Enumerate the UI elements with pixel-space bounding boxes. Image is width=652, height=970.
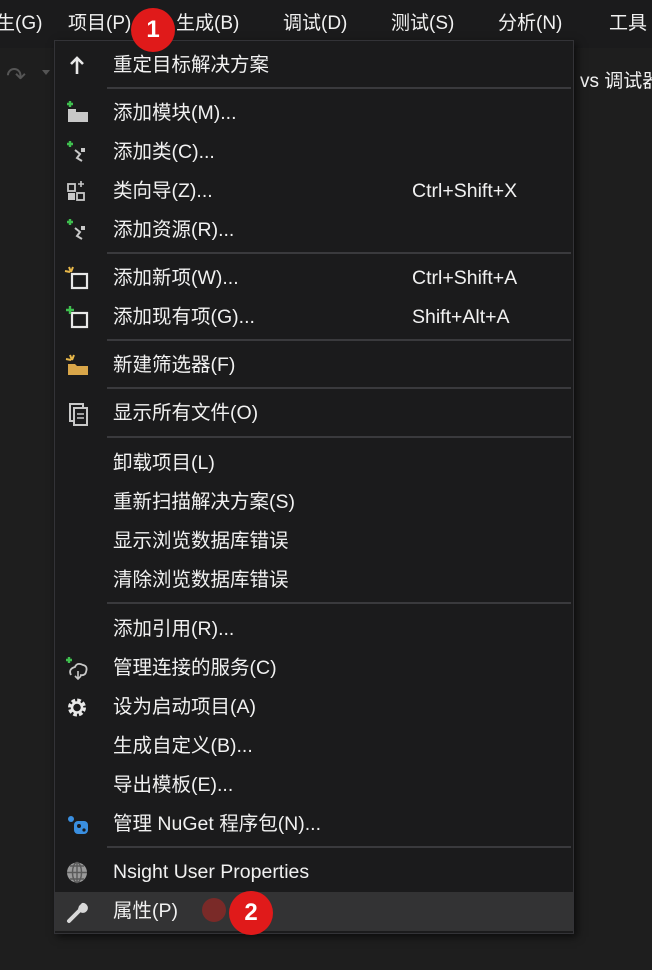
menu-separator (107, 87, 571, 89)
menu-item-shortcut: Ctrl+Shift+X (412, 180, 518, 202)
menu-item-label: 设为启动项目(A) (113, 696, 256, 718)
menu-item-nsight-user-properties[interactable]: Nsight User Properties (55, 853, 573, 892)
menu-separator (107, 339, 571, 341)
menu-separator (107, 436, 571, 438)
step-badge-2: 2 (229, 891, 273, 935)
menu-item-unload-project[interactable]: 卸载项目(L) (55, 444, 573, 483)
menu-separator (107, 602, 571, 604)
menu-item-label: 添加模块(M)... (113, 102, 237, 124)
connected-services-icon (61, 653, 93, 684)
menu-item-label: 添加类(C)... (113, 141, 215, 163)
menu-item-label: 清除浏览数据库错误 (113, 569, 289, 591)
menu-item-add-new-item[interactable]: 添加新项(W)... Ctrl+Shift+A (55, 259, 573, 298)
menu-item-show-browse-db-errors[interactable]: 显示浏览数据库错误 (55, 522, 573, 561)
menu-item-label: 显示所有文件(O) (113, 402, 259, 424)
nsight-globe-icon (61, 857, 93, 888)
menu-item-label: 管理 NuGet 程序包(N)... (113, 813, 322, 835)
click-indicator (202, 898, 226, 922)
menu-item-label: 新建筛选器(F) (113, 354, 236, 376)
menu-item-label: 属性(P) (113, 900, 178, 922)
project-menu-dropdown: 重定目标解决方案 添加模块(M)... 添加类(C)... 类向导(Z)... … (54, 40, 574, 934)
menu-item-set-startup-project[interactable]: 设为启动项目(A) (55, 688, 573, 727)
menu-item-rescan-solution[interactable]: 重新扫描解决方案(S) (55, 483, 573, 522)
menu-item-label: Nsight User Properties (113, 861, 310, 883)
menu-item-label: 添加现有项(G)... (113, 306, 255, 328)
menu-item-add-class[interactable]: 添加类(C)... (55, 133, 573, 172)
add-module-icon (61, 98, 93, 129)
menu-item-label: 类向导(Z)... (113, 180, 213, 202)
menu-item-new-filter[interactable]: 新建筛选器(F) (55, 346, 573, 385)
menu-item-shortcut: Shift+Alt+A (412, 306, 510, 328)
menu-item-label: 重新扫描解决方案(S) (113, 491, 295, 513)
menu-item-add-existing-item[interactable]: 添加现有项(G)... Shift+Alt+A (55, 298, 573, 337)
menu-item-add-reference[interactable]: 添加引用(R)... (55, 610, 573, 649)
menu-separator (107, 846, 571, 848)
show-all-files-icon (61, 398, 93, 429)
menu-build-truncated[interactable]: 生(G) (0, 0, 42, 48)
menu-item-show-all-files[interactable]: 显示所有文件(O) (55, 394, 573, 433)
menu-item-label: 管理连接的服务(C) (113, 657, 277, 679)
menu-separator (107, 252, 571, 254)
redo-icon[interactable]: ↷ (6, 62, 26, 91)
add-class-icon (61, 137, 93, 168)
menu-item-add-resource[interactable]: 添加资源(R)... (55, 211, 573, 250)
menu-item-retarget-solution[interactable]: 重定目标解决方案 (55, 46, 573, 85)
add-new-item-icon (61, 263, 93, 294)
menu-item-add-module[interactable]: 添加模块(M)... (55, 94, 573, 133)
menu-item-label: 卸载项目(L) (113, 452, 215, 474)
debugger-label[interactable]: vs 调试器 (580, 66, 652, 93)
step-badge-1: 1 (131, 8, 175, 52)
menu-item-label: 显示浏览数据库错误 (113, 530, 289, 552)
menu-item-label: 生成自定义(B)... (113, 735, 253, 757)
menu-item-clear-browse-db-errors[interactable]: 清除浏览数据库错误 (55, 561, 573, 600)
menu-item-manage-nuget[interactable]: 管理 NuGet 程序包(N)... (55, 805, 573, 844)
menu-item-build-customizations[interactable]: 生成自定义(B)... (55, 727, 573, 766)
class-wizard-icon (61, 176, 93, 207)
menu-item-label: 重定目标解决方案 (113, 54, 270, 76)
menu-item-connected-services[interactable]: 管理连接的服务(C) (55, 649, 573, 688)
menu-item-label: 导出模板(E)... (113, 774, 234, 796)
new-filter-folder-icon (61, 350, 93, 381)
menu-item-label: 添加资源(R)... (113, 219, 235, 241)
menu-tools[interactable]: 工具 (609, 0, 647, 48)
wrench-icon (61, 896, 93, 927)
add-existing-item-icon (61, 302, 93, 333)
nuget-icon (61, 809, 93, 840)
menu-item-export-template[interactable]: 导出模板(E)... (55, 766, 573, 805)
arrow-up-icon (61, 50, 93, 81)
gear-icon (61, 692, 93, 723)
menu-item-properties[interactable]: 属性(P) (55, 892, 573, 931)
add-resource-icon (61, 215, 93, 246)
redo-dropdown-caret-icon[interactable] (42, 70, 50, 75)
menu-item-label: 添加新项(W)... (113, 267, 239, 289)
menu-item-class-wizard[interactable]: 类向导(Z)... Ctrl+Shift+X (55, 172, 573, 211)
menu-separator (107, 387, 571, 389)
menu-item-label: 添加引用(R)... (113, 618, 235, 640)
menu-item-shortcut: Ctrl+Shift+A (412, 267, 518, 289)
